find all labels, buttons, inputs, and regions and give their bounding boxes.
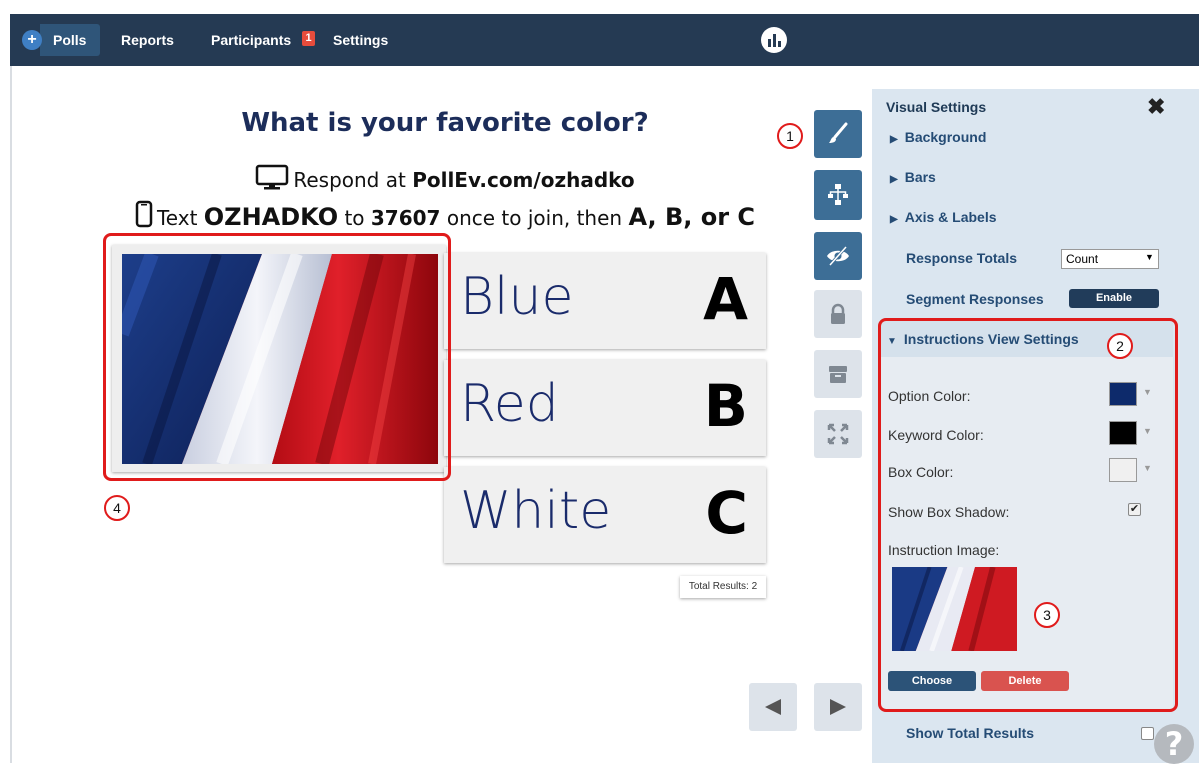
- option-card-b: Red B: [444, 360, 766, 456]
- chevron-down-icon: ▼: [1145, 252, 1154, 262]
- logo-icon[interactable]: [760, 26, 788, 54]
- annotation-marker-4: 4: [104, 495, 130, 521]
- option-key: B: [703, 372, 748, 440]
- caret-right-icon: ▶: [890, 214, 898, 225]
- option-label: Blue: [460, 267, 574, 327]
- highlight-instructions-settings: [878, 318, 1178, 712]
- option-label: White: [460, 481, 612, 541]
- respond-prefix: Respond at: [293, 168, 413, 192]
- help-button[interactable]: ?: [1154, 724, 1194, 764]
- show-total-results-checkbox[interactable]: [1141, 727, 1154, 740]
- segmentation-button[interactable]: [814, 170, 862, 220]
- nav-participants[interactable]: Participants: [211, 24, 291, 56]
- next-arrow-icon: [830, 699, 846, 715]
- show-total-results-label: Show Total Results: [906, 725, 1035, 741]
- section-axis-labels[interactable]: ▶ Axis & Labels: [890, 209, 997, 225]
- option-key: A: [703, 265, 748, 333]
- response-totals-label: Response Totals: [906, 250, 1017, 266]
- total-results: Total Results: 2: [680, 576, 766, 598]
- enable-segment-button[interactable]: Enable: [1069, 289, 1159, 308]
- monitor-icon: [256, 164, 289, 190]
- section-label: Axis & Labels: [904, 209, 997, 225]
- caret-right-icon: ▶: [890, 134, 898, 145]
- section-label: Background: [904, 129, 987, 145]
- hide-responses-button[interactable]: [814, 232, 862, 280]
- flowchart-icon: [828, 184, 848, 205]
- text-instruction: Text OZHADKO to 37607 once to join, then…: [100, 200, 790, 231]
- section-label: Bars: [904, 169, 936, 185]
- annotation-marker-3: 3: [1034, 602, 1060, 628]
- sms-number: 37607: [370, 206, 441, 230]
- lock-button[interactable]: [814, 290, 862, 338]
- add-poll-button[interactable]: +: [22, 30, 42, 50]
- keyword: OZHADKO: [203, 203, 339, 231]
- lock-icon: [831, 303, 845, 324]
- annotation-marker-1: 1: [777, 123, 803, 149]
- option-card-c: White C: [444, 467, 766, 563]
- text-suffix: once to join, then: [440, 206, 629, 230]
- paintbrush-icon: [829, 122, 848, 143]
- content-border: [10, 66, 12, 763]
- nav-settings[interactable]: Settings: [333, 24, 388, 56]
- option-card-a: Blue A: [444, 253, 766, 349]
- respond-instruction: Respond at PollEv.com/ozhadko: [100, 164, 790, 192]
- annotation-marker-2: 2: [1107, 333, 1133, 359]
- close-icon[interactable]: ✖: [1147, 94, 1165, 120]
- poll-title: What is your favorite color?: [241, 108, 649, 138]
- phone-icon: [135, 200, 153, 228]
- option-key: C: [705, 479, 748, 547]
- next-poll-button[interactable]: [814, 683, 862, 731]
- respond-url[interactable]: PollEv.com/ozhadko: [412, 168, 634, 192]
- fullscreen-icon: [827, 423, 849, 445]
- previous-poll-button[interactable]: [749, 683, 797, 731]
- nav-polls[interactable]: Polls: [53, 24, 86, 56]
- panel-title: Visual Settings: [886, 99, 987, 115]
- segment-responses-label: Segment Responses: [906, 291, 1044, 307]
- options-hint: A, B, or C: [628, 203, 756, 231]
- eye-slash-icon: [827, 246, 849, 266]
- section-background[interactable]: ▶ Background: [890, 129, 986, 145]
- caret-right-icon: ▶: [890, 174, 898, 185]
- archive-icon: [829, 366, 847, 383]
- visual-settings-button[interactable]: [814, 110, 862, 158]
- archive-button[interactable]: [814, 350, 862, 398]
- prev-arrow-icon: [765, 699, 781, 715]
- text-prefix: Text: [156, 206, 204, 230]
- nav-reports[interactable]: Reports: [121, 24, 174, 56]
- participants-badge: 1: [302, 31, 315, 46]
- top-navbar: + Polls Reports Participants 1 Settings: [10, 14, 1199, 66]
- option-label: Red: [460, 374, 559, 434]
- highlight-instruction-image: [103, 233, 451, 481]
- text-to: to: [338, 206, 371, 230]
- fullscreen-button[interactable]: [814, 410, 862, 458]
- section-bars[interactable]: ▶ Bars: [890, 169, 936, 185]
